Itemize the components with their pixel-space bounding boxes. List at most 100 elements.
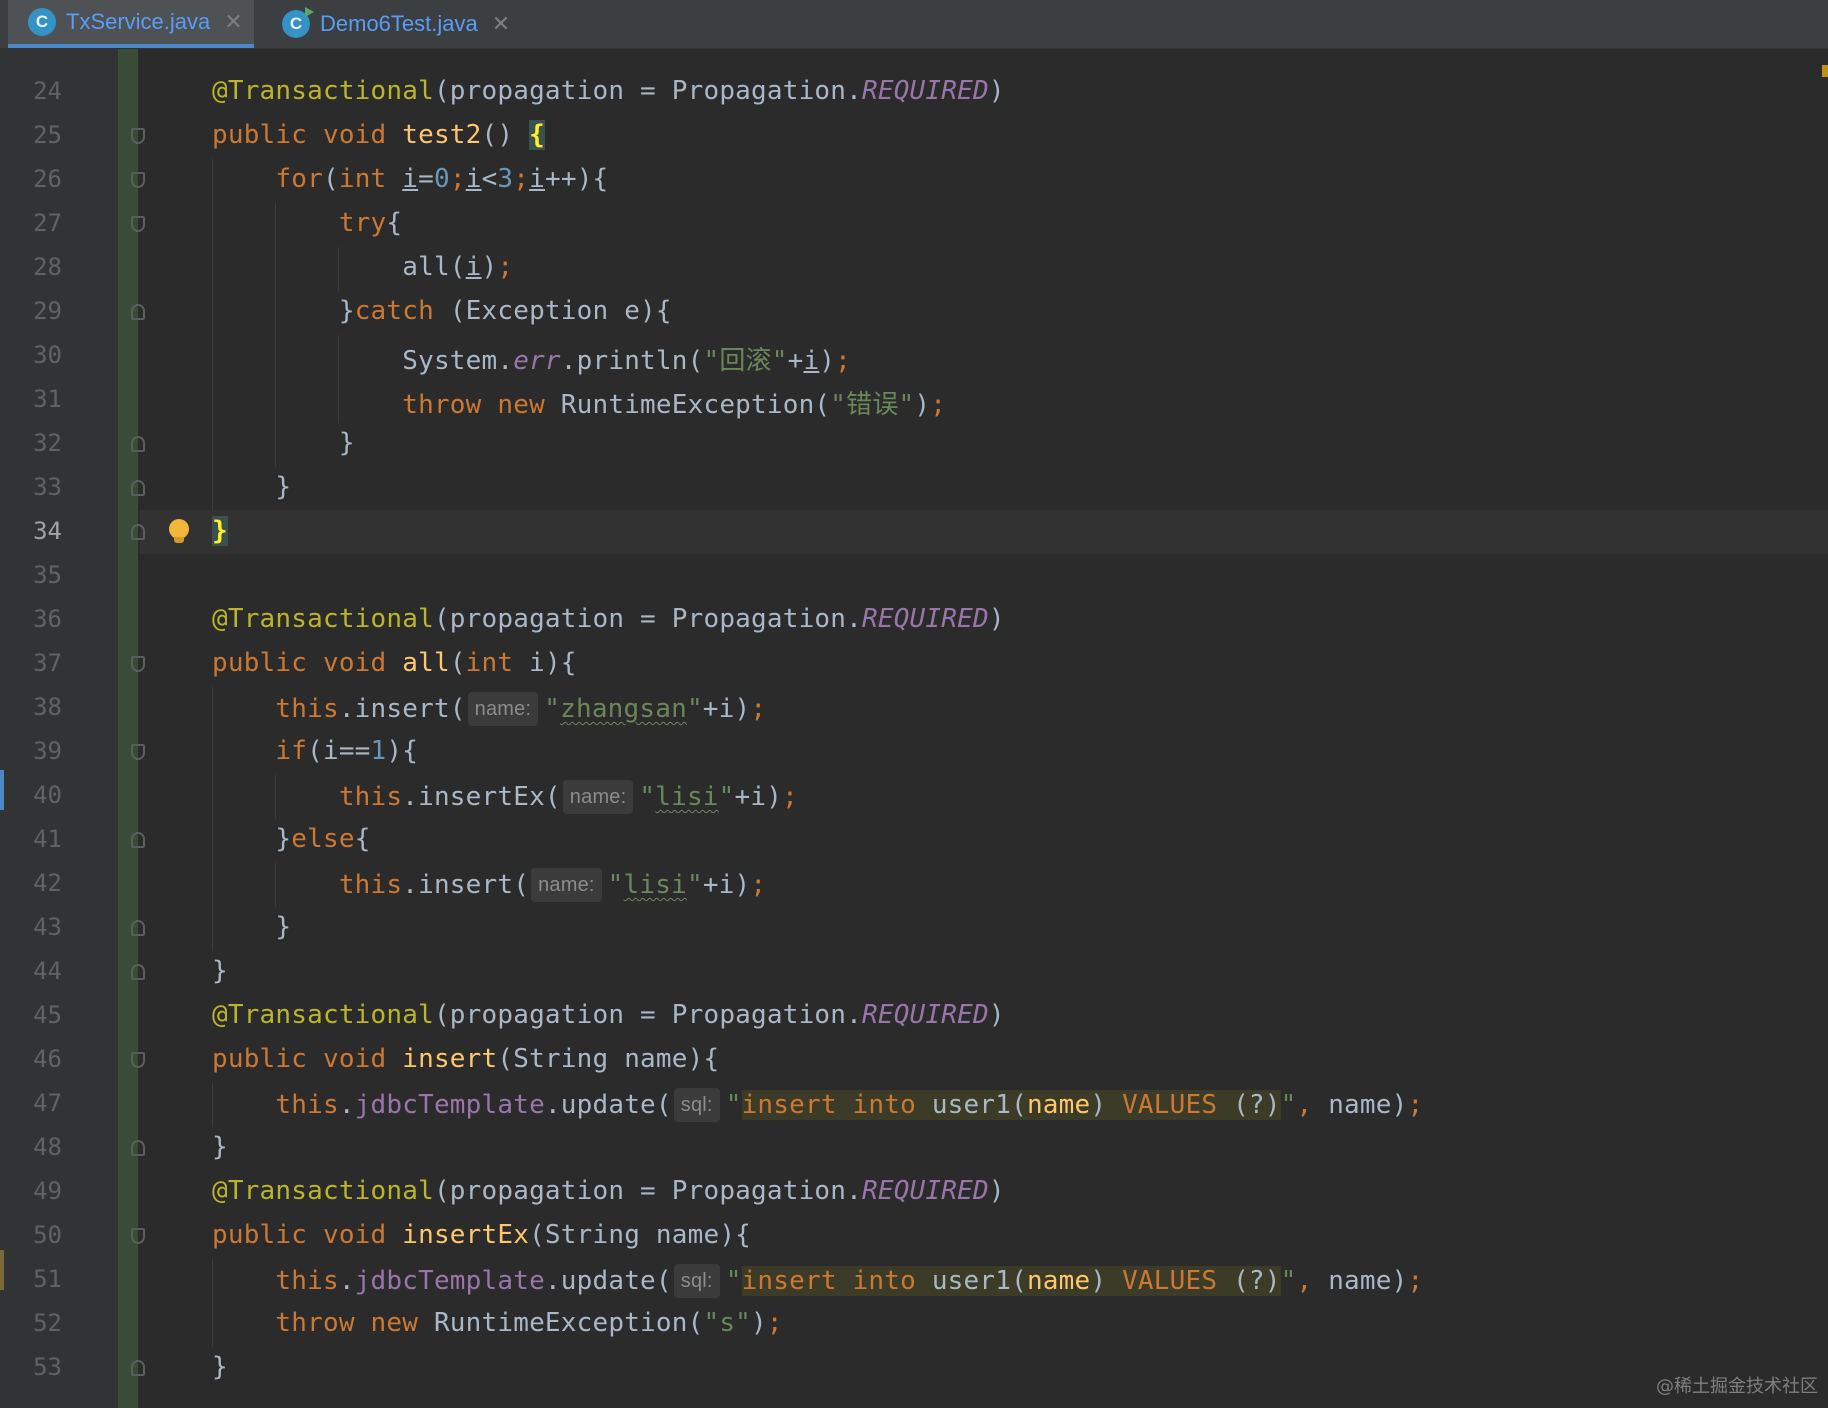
- line-number[interactable]: 52: [0, 1309, 62, 1337]
- code-line[interactable]: 31 throw new RuntimeException("错误");: [0, 379, 1828, 423]
- line-number[interactable]: 49: [0, 1177, 62, 1205]
- code-line[interactable]: 33 }: [0, 467, 1828, 511]
- code-line[interactable]: 39 if(i==1){: [0, 731, 1828, 775]
- line-number[interactable]: 40: [0, 781, 62, 809]
- line-number[interactable]: 30: [0, 341, 62, 369]
- line-number[interactable]: 48: [0, 1133, 62, 1161]
- fold-toggle-icon[interactable]: [131, 832, 145, 848]
- code-text[interactable]: System.err.println("回滚"+i);: [212, 340, 851, 377]
- code-line[interactable]: 43 }: [0, 907, 1828, 951]
- line-number[interactable]: 35: [0, 561, 62, 589]
- line-number[interactable]: 41: [0, 825, 62, 853]
- code-text[interactable]: this.insert(name: "lisi"+i);: [212, 868, 766, 902]
- fold-toggle-icon[interactable]: [131, 964, 145, 980]
- line-number[interactable]: 27: [0, 209, 62, 237]
- code-line[interactable]: 50 public void insertEx(String name){: [0, 1215, 1828, 1259]
- code-text[interactable]: public void insertEx(String name){: [212, 1220, 751, 1250]
- tab-txservice[interactable]: C TxService.java ✕: [8, 0, 254, 48]
- code-line[interactable]: 51 this.jdbcTemplate.update(sql: "insert …: [0, 1259, 1828, 1303]
- code-text[interactable]: @Transactional(propagation = Propagation…: [212, 604, 1005, 634]
- fold-toggle-icon[interactable]: [131, 1360, 145, 1376]
- code-text[interactable]: public void insert(String name){: [212, 1044, 719, 1074]
- line-number[interactable]: 43: [0, 913, 62, 941]
- line-number[interactable]: 24: [0, 77, 62, 105]
- code-text[interactable]: }: [212, 912, 291, 942]
- line-number[interactable]: 47: [0, 1089, 62, 1117]
- code-line[interactable]: 46 public void insert(String name){: [0, 1039, 1828, 1083]
- code-line[interactable]: 32 }: [0, 423, 1828, 467]
- fold-toggle-icon[interactable]: [131, 480, 145, 496]
- fold-toggle-icon[interactable]: [131, 172, 145, 188]
- code-text[interactable]: try{: [212, 208, 402, 238]
- fold-toggle-icon[interactable]: [131, 1228, 145, 1244]
- line-number[interactable]: 28: [0, 253, 62, 281]
- line-number[interactable]: 33: [0, 473, 62, 501]
- code-line[interactable]: 41 }else{: [0, 819, 1828, 863]
- code-line[interactable]: 44}: [0, 951, 1828, 995]
- line-number[interactable]: 51: [0, 1265, 62, 1293]
- code-line[interactable]: 29 }catch (Exception e){: [0, 291, 1828, 335]
- lightbulb-icon[interactable]: [168, 519, 190, 543]
- code-text[interactable]: throw new RuntimeException("s");: [212, 1308, 783, 1338]
- code-line[interactable]: 25 public void test2() {: [0, 115, 1828, 159]
- code-text[interactable]: @Transactional(propagation = Propagation…: [212, 76, 1005, 106]
- code-line[interactable]: 42 this.insert(name: "lisi"+i);: [0, 863, 1828, 907]
- line-number[interactable]: 37: [0, 649, 62, 677]
- code-line[interactable]: 24 @Transactional(propagation = Propagati…: [0, 71, 1828, 115]
- code-text[interactable]: }: [212, 1352, 228, 1382]
- tab-demo6test[interactable]: C Demo6Test.java ✕: [262, 0, 522, 48]
- fold-toggle-icon[interactable]: [131, 920, 145, 936]
- code-text[interactable]: throw new RuntimeException("错误");: [212, 384, 946, 421]
- code-line[interactable]: 53}: [0, 1347, 1828, 1391]
- line-number[interactable]: 25: [0, 121, 62, 149]
- line-number[interactable]: 34: [0, 517, 62, 545]
- line-number[interactable]: 38: [0, 693, 62, 721]
- code-line[interactable]: 27 try{: [0, 203, 1828, 247]
- line-number[interactable]: 53: [0, 1353, 62, 1381]
- line-number[interactable]: 31: [0, 385, 62, 413]
- line-number[interactable]: 44: [0, 957, 62, 985]
- code-line[interactable]: 49 @Transactional(propagation = Propagati…: [0, 1171, 1828, 1215]
- code-text[interactable]: all(i);: [212, 252, 513, 282]
- code-line[interactable]: 30 System.err.println("回滚"+i);: [0, 335, 1828, 379]
- code-line[interactable]: 37 public void all(int i){: [0, 643, 1828, 687]
- fold-toggle-icon[interactable]: [131, 128, 145, 144]
- code-text[interactable]: }else{: [212, 824, 371, 854]
- line-number[interactable]: 46: [0, 1045, 62, 1073]
- code-text[interactable]: this.insertEx(name: "lisi"+i);: [212, 780, 798, 814]
- code-text[interactable]: this.jdbcTemplate.update(sql: "insert int…: [212, 1088, 1423, 1122]
- code-line[interactable]: 40 this.insertEx(name: "lisi"+i);: [0, 775, 1828, 819]
- fold-toggle-icon[interactable]: [131, 744, 145, 760]
- code-text[interactable]: for(int i=0;i<3;i++){: [212, 164, 608, 194]
- line-number[interactable]: 42: [0, 869, 62, 897]
- fold-toggle-icon[interactable]: [131, 1052, 145, 1068]
- line-number[interactable]: 26: [0, 165, 62, 193]
- fold-toggle-icon[interactable]: [131, 656, 145, 672]
- code-text[interactable]: }catch (Exception e){: [212, 296, 672, 326]
- code-text[interactable]: }: [212, 516, 228, 546]
- code-text[interactable]: }: [212, 1132, 228, 1162]
- line-number[interactable]: 39: [0, 737, 62, 765]
- fold-toggle-icon[interactable]: [131, 216, 145, 232]
- code-line[interactable]: 47 this.jdbcTemplate.update(sql: "insert …: [0, 1083, 1828, 1127]
- code-line[interactable]: 38 this.insert(name: "zhangsan"+i);: [0, 687, 1828, 731]
- line-number[interactable]: 36: [0, 605, 62, 633]
- code-line[interactable]: 48}: [0, 1127, 1828, 1171]
- code-line[interactable]: 52 throw new RuntimeException("s");: [0, 1303, 1828, 1347]
- code-line[interactable]: 26 for(int i=0;i<3;i++){: [0, 159, 1828, 203]
- code-text[interactable]: }: [212, 472, 291, 502]
- fold-toggle-icon[interactable]: [131, 436, 145, 452]
- code-text[interactable]: }: [212, 956, 228, 986]
- fold-toggle-icon[interactable]: [131, 1140, 145, 1156]
- code-line[interactable]: 35: [0, 555, 1828, 599]
- code-text[interactable]: @Transactional(propagation = Propagation…: [212, 1000, 1005, 1030]
- line-number[interactable]: 45: [0, 1001, 62, 1029]
- close-icon[interactable]: ✕: [492, 11, 510, 37]
- code-text[interactable]: this.insert(name: "zhangsan"+i);: [212, 692, 766, 726]
- line-number[interactable]: 50: [0, 1221, 62, 1249]
- code-line[interactable]: 28 all(i);: [0, 247, 1828, 291]
- line-number[interactable]: 32: [0, 429, 62, 457]
- line-number[interactable]: 29: [0, 297, 62, 325]
- code-text[interactable]: if(i==1){: [212, 736, 418, 766]
- code-line[interactable]: 45 @Transactional(propagation = Propagati…: [0, 995, 1828, 1039]
